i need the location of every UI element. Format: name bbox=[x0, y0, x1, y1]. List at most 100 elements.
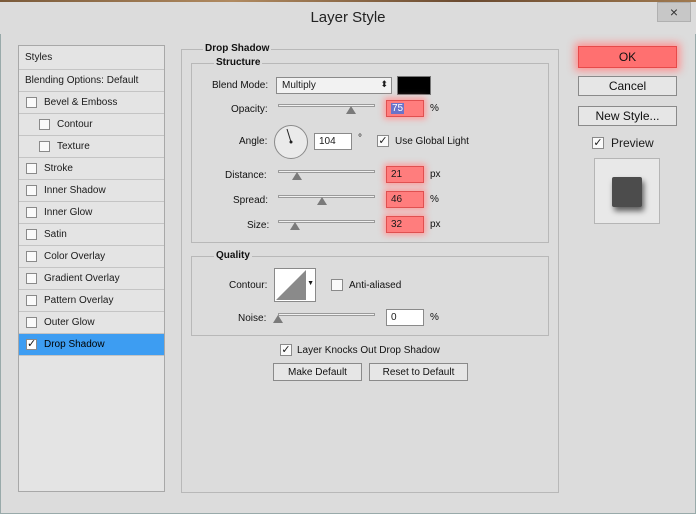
structure-title: Structure bbox=[214, 57, 263, 68]
sidebar-item-stroke[interactable]: Stroke bbox=[19, 158, 164, 180]
ok-button[interactable]: OK bbox=[578, 46, 677, 68]
checkbox[interactable] bbox=[26, 97, 37, 108]
opacity-slider-track[interactable] bbox=[278, 104, 375, 107]
opacity-slider-thumb[interactable] bbox=[346, 106, 356, 114]
checkbox-checked[interactable]: ✓ bbox=[26, 339, 37, 350]
noise-value: 0 bbox=[391, 312, 397, 323]
preview-checkbox[interactable]: ✓ bbox=[592, 137, 604, 149]
spread-value: 46 bbox=[391, 194, 403, 205]
checkbox[interactable] bbox=[26, 207, 37, 218]
sidebar-item-label: Drop Shadow bbox=[44, 339, 105, 350]
sidebar-item-label: Satin bbox=[44, 229, 67, 240]
blend-mode-select[interactable]: Multiply ⬍ bbox=[276, 77, 392, 94]
checkbox[interactable] bbox=[26, 295, 37, 306]
noise-unit: % bbox=[430, 312, 439, 323]
preview-box bbox=[594, 158, 660, 224]
sidebar-header-label: Styles bbox=[25, 52, 53, 63]
checkbox[interactable] bbox=[26, 251, 37, 262]
anti-aliased-checkbox[interactable] bbox=[331, 279, 343, 291]
preview-label: Preview bbox=[611, 136, 654, 150]
opacity-unit: % bbox=[430, 103, 439, 114]
reset-to-default-button[interactable]: Reset to Default bbox=[369, 363, 468, 381]
opacity-value: 75 bbox=[391, 103, 405, 114]
spread-unit: % bbox=[430, 194, 439, 205]
blend-mode-value: Multiply bbox=[282, 80, 316, 91]
spread-slider-thumb[interactable] bbox=[317, 197, 327, 205]
opacity-input[interactable]: 75 bbox=[386, 100, 424, 117]
close-button[interactable]: × bbox=[657, 2, 691, 22]
knocks-out-checkbox[interactable]: ✓ bbox=[280, 344, 292, 356]
contour-picker[interactable]: ▼ bbox=[274, 268, 316, 302]
distance-label: Distance: bbox=[225, 170, 267, 181]
size-input[interactable]: 32 bbox=[386, 216, 424, 233]
sidebar-item-satin[interactable]: Satin bbox=[19, 224, 164, 246]
contour-curve-icon bbox=[276, 270, 306, 300]
dropdown-arrow-icon: ▼ bbox=[307, 280, 314, 287]
distance-value: 21 bbox=[391, 169, 403, 180]
sidebar-header-styles[interactable]: Styles bbox=[19, 46, 164, 70]
noise-slider-thumb[interactable] bbox=[273, 315, 283, 323]
window-title: Layer Style bbox=[310, 9, 386, 26]
checkbox[interactable] bbox=[26, 229, 37, 240]
sidebar-item-label: Outer Glow bbox=[44, 317, 95, 328]
sidebar-item-label: Pattern Overlay bbox=[44, 295, 114, 306]
checkbox[interactable] bbox=[26, 317, 37, 328]
checkbox[interactable] bbox=[26, 185, 37, 196]
checkbox[interactable] bbox=[39, 119, 50, 130]
angle-dial[interactable] bbox=[274, 125, 308, 159]
use-global-light-checkbox[interactable]: ✓ bbox=[377, 135, 389, 147]
sidebar-item-color-overlay[interactable]: Color Overlay bbox=[19, 246, 164, 268]
angle-value: 104 bbox=[319, 136, 336, 147]
contour-label: Contour: bbox=[229, 280, 268, 291]
sidebar-item-contour[interactable]: Contour bbox=[19, 114, 164, 136]
size-label: Size: bbox=[247, 220, 270, 231]
sidebar-item-inner-glow[interactable]: Inner Glow bbox=[19, 202, 164, 224]
size-slider-thumb[interactable] bbox=[290, 222, 300, 230]
sidebar-item-pattern-overlay[interactable]: Pattern Overlay bbox=[19, 290, 164, 312]
sidebar-item-label: Inner Glow bbox=[44, 207, 93, 218]
window-top-strip bbox=[0, 0, 696, 2]
spread-input[interactable]: 46 bbox=[386, 191, 424, 208]
make-default-button[interactable]: Make Default bbox=[273, 363, 362, 381]
knocks-out-label: Layer Knocks Out Drop Shadow bbox=[297, 345, 440, 356]
angle-dial-needle-icon bbox=[286, 128, 293, 144]
sidebar-item-label: Stroke bbox=[44, 163, 73, 174]
spread-label: Spread: bbox=[233, 195, 269, 206]
shadow-color-swatch[interactable] bbox=[397, 76, 431, 95]
preview-swatch bbox=[612, 177, 642, 207]
use-global-light-label: Use Global Light bbox=[395, 136, 469, 147]
noise-input[interactable]: 0 bbox=[386, 309, 424, 326]
sidebar-item-outer-glow[interactable]: Outer Glow bbox=[19, 312, 164, 334]
sidebar-item-label: Contour bbox=[57, 119, 93, 130]
opacity-label: Opacity: bbox=[231, 104, 268, 115]
anti-aliased-label: Anti-aliased bbox=[349, 280, 402, 291]
sidebar-item-label: Texture bbox=[57, 141, 90, 152]
angle-unit: ° bbox=[358, 133, 362, 144]
new-style-button[interactable]: New Style... bbox=[578, 106, 677, 126]
sidebar-item-blending-options[interactable]: Blending Options: Default bbox=[19, 70, 164, 92]
sidebar-item-label: Blending Options: Default bbox=[25, 75, 139, 86]
select-arrows-icon: ⬍ bbox=[380, 79, 388, 89]
distance-input[interactable]: 21 bbox=[386, 166, 424, 183]
quality-group bbox=[191, 256, 549, 336]
panel-title: Drop Shadow bbox=[203, 43, 272, 54]
sidebar-item-drop-shadow[interactable]: ✓ Drop Shadow bbox=[19, 334, 164, 356]
distance-unit: px bbox=[430, 169, 441, 180]
checkbox[interactable] bbox=[39, 141, 50, 152]
sidebar-item-inner-shadow[interactable]: Inner Shadow bbox=[19, 180, 164, 202]
sidebar-item-label: Gradient Overlay bbox=[44, 273, 120, 284]
sidebar-item-bevel-emboss[interactable]: Bevel & Emboss bbox=[19, 92, 164, 114]
sidebar-item-texture[interactable]: Texture bbox=[19, 136, 164, 158]
size-unit: px bbox=[430, 219, 441, 230]
angle-input[interactable]: 104 bbox=[314, 133, 352, 150]
checkbox[interactable] bbox=[26, 273, 37, 284]
checkbox[interactable] bbox=[26, 163, 37, 174]
quality-title: Quality bbox=[214, 250, 252, 261]
sidebar-item-label: Inner Shadow bbox=[44, 185, 106, 196]
styles-sidebar: Styles Blending Options: Default Bevel &… bbox=[18, 45, 165, 492]
cancel-button[interactable]: Cancel bbox=[578, 76, 677, 96]
angle-label: Angle: bbox=[239, 136, 268, 147]
sidebar-item-gradient-overlay[interactable]: Gradient Overlay bbox=[19, 268, 164, 290]
noise-slider-track[interactable] bbox=[278, 313, 375, 316]
distance-slider-thumb[interactable] bbox=[292, 172, 302, 180]
